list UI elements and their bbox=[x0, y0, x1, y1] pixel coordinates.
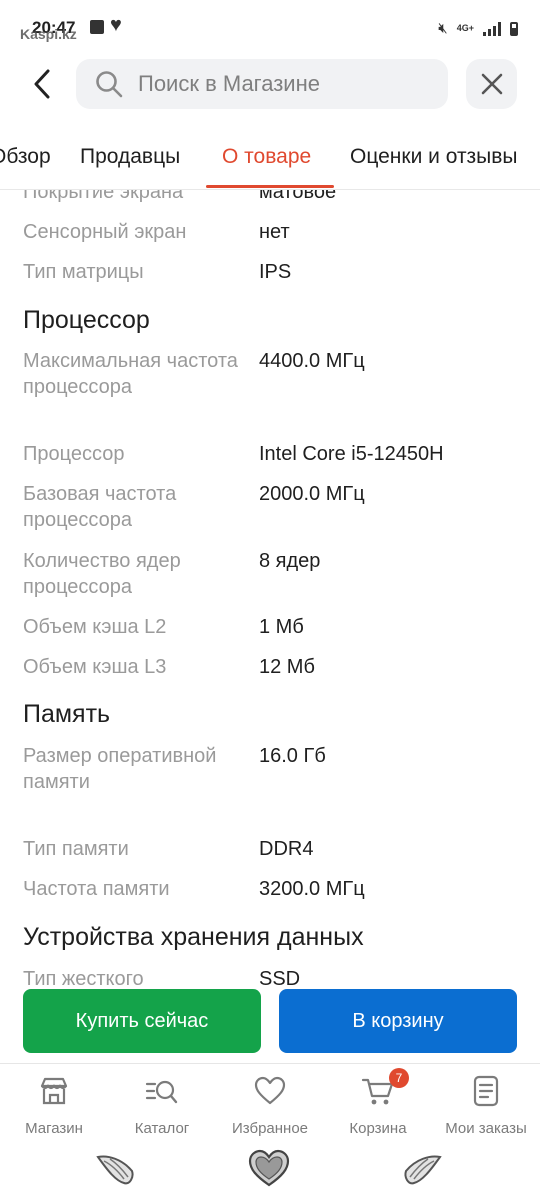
heart-notification-icon: ♥ bbox=[110, 14, 122, 36]
wing-left-icon[interactable] bbox=[94, 1147, 140, 1189]
spec-value: 1 Мб bbox=[259, 616, 304, 638]
spec-label: Сенсорный экран bbox=[23, 221, 187, 243]
search-box[interactable] bbox=[76, 59, 448, 109]
back-button[interactable] bbox=[22, 64, 62, 104]
nav-item-orders[interactable]: Мои заказы bbox=[432, 1074, 540, 1140]
spec-value: 16.0 Гб bbox=[259, 745, 326, 767]
spec-value: матовое bbox=[259, 190, 337, 203]
tab-overview[interactable]: Обзор bbox=[0, 145, 51, 169]
section-title-cpu: Процессор bbox=[23, 306, 150, 334]
nav-label-cart: Корзина bbox=[349, 1120, 407, 1137]
nav-label-favorites: Избранное bbox=[231, 1120, 309, 1137]
search-input[interactable] bbox=[138, 71, 418, 97]
wing-right-icon[interactable] bbox=[398, 1147, 444, 1189]
spec-value: нет bbox=[259, 221, 290, 243]
purchase-actions: Купить сейчас В корзину bbox=[0, 985, 540, 1063]
product-tabs: Обзор Продавцы О товаре Оценки и отзывы bbox=[0, 135, 540, 189]
heart-home-icon[interactable] bbox=[246, 1147, 292, 1189]
back-arrow-icon bbox=[34, 69, 50, 99]
spec-value: 4400.0 МГц bbox=[259, 350, 365, 372]
spec-value: 3200.0 МГц bbox=[259, 878, 365, 900]
close-button[interactable] bbox=[466, 59, 517, 109]
nav-label-store: Магазин bbox=[25, 1120, 83, 1137]
nav-item-cart[interactable]: 7 Корзина bbox=[324, 1068, 432, 1140]
spec-value: 2000.0 МГц bbox=[259, 483, 365, 505]
spec-value: DDR4 bbox=[259, 838, 314, 860]
search-header bbox=[0, 58, 540, 110]
spec-label: Объем кэша L3 bbox=[23, 656, 167, 678]
watermark: Kaspi.kz bbox=[20, 26, 77, 42]
cart-icon: 7 bbox=[361, 1068, 409, 1108]
nav-item-store[interactable]: Магазин bbox=[0, 1074, 108, 1140]
mute-icon: 🔇︎ bbox=[438, 20, 448, 37]
spec-value: 8 ядер bbox=[259, 550, 321, 572]
nav-label-orders: Мои заказы bbox=[445, 1120, 527, 1137]
status-bar: 20:47 Kaspi.kz ♥ 🔇︎ 4G+ bbox=[0, 0, 540, 44]
notification-icon bbox=[90, 20, 104, 34]
spec-label: Размер оперативной памяти bbox=[23, 745, 217, 793]
heart-icon bbox=[253, 1074, 287, 1108]
spec-label: Частота памяти bbox=[23, 878, 170, 900]
section-title-memory: Память bbox=[23, 700, 111, 728]
orders-icon bbox=[469, 1074, 503, 1108]
battery-icon bbox=[510, 21, 518, 36]
close-icon bbox=[481, 73, 502, 95]
store-icon bbox=[37, 1074, 71, 1108]
spec-label: Объем кэша L2 bbox=[23, 616, 167, 638]
spec-label: Тип матрицы bbox=[23, 261, 144, 283]
spec-value: Intel Core i5-12450H bbox=[259, 443, 444, 465]
search-icon bbox=[94, 69, 124, 99]
spec-value: 12 Мб bbox=[259, 656, 315, 678]
spec-label: Процессор bbox=[23, 443, 125, 465]
spec-label: Максимальная частота процессора bbox=[23, 350, 238, 398]
add-to-cart-button[interactable]: В корзину bbox=[279, 989, 517, 1053]
nav-label-catalog: Каталог bbox=[134, 1120, 190, 1137]
spec-value: IPS bbox=[259, 261, 292, 283]
spec-label: Тип памяти bbox=[23, 838, 129, 860]
tab-reviews[interactable]: Оценки и отзывы bbox=[350, 145, 518, 169]
nav-item-catalog[interactable]: Каталог bbox=[108, 1074, 216, 1140]
cart-count-badge: 7 bbox=[389, 1068, 409, 1088]
network-type: 4G+ bbox=[456, 23, 474, 33]
tab-sellers[interactable]: Продавцы bbox=[80, 145, 180, 169]
signal-icon bbox=[483, 21, 501, 36]
bottom-navigation: Магазин Каталог Избранное 7 Корзина Мои … bbox=[0, 1063, 540, 1141]
status-icons: 🔇︎ 4G+ bbox=[438, 20, 518, 37]
spec-value: SSD bbox=[259, 968, 301, 985]
spec-label: Тип жесткого bbox=[23, 968, 144, 985]
spec-label: Базовая частота процессора bbox=[23, 483, 177, 531]
section-title-storage: Устройства хранения данных bbox=[23, 923, 364, 951]
spec-label: Количество ядер процессора bbox=[23, 550, 181, 598]
specs-list: Покрытие экрана матовое Сенсорный экран … bbox=[0, 190, 540, 985]
nav-item-favorites[interactable]: Избранное bbox=[216, 1074, 324, 1140]
spec-label: Покрытие экрана bbox=[23, 190, 184, 203]
active-tab-indicator bbox=[206, 185, 334, 188]
system-navigation-bar bbox=[0, 1141, 540, 1200]
catalog-search-icon bbox=[145, 1074, 179, 1108]
buy-now-button[interactable]: Купить сейчас bbox=[23, 989, 261, 1053]
tab-about-product[interactable]: О товаре bbox=[222, 145, 311, 169]
